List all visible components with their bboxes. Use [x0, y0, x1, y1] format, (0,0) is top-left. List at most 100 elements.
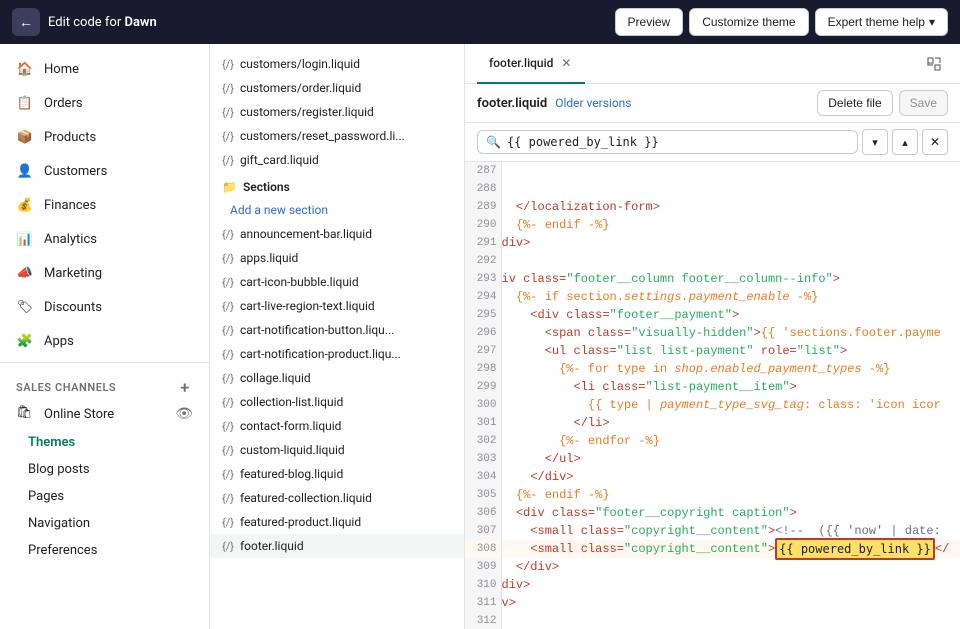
sidebar-item-analytics[interactable]: 📊 Analytics [0, 222, 209, 256]
search-up-button[interactable]: ▴ [892, 129, 918, 155]
code-line-292: 292 [465, 252, 960, 270]
file-item-gift-card[interactable]: {/} gift_card.liquid [210, 148, 464, 172]
products-icon: 📦 [16, 128, 34, 146]
liquid-file-icon: {/} [222, 154, 234, 167]
liquid-file-icon: {/} [222, 58, 234, 71]
file-item-featured-collection[interactable]: {/} featured-collection.liquid [210, 486, 464, 510]
orders-icon: 📋 [16, 94, 34, 112]
add-section-link[interactable]: Add a new section [210, 198, 464, 222]
title-name: Dawn [124, 15, 156, 30]
sidebar-item-customers[interactable]: 👤 Customers [0, 154, 209, 188]
code-line-309: 309 </div> [465, 558, 960, 576]
preview-button[interactable]: Preview [615, 8, 684, 36]
sidebar-item-apps[interactable]: 🧩 Apps [0, 324, 209, 358]
file-item-customers-order[interactable]: {/} customers/order.liquid [210, 76, 464, 100]
file-item-cart-notification-btn[interactable]: {/} cart-notification-button.liqu... [210, 318, 464, 342]
file-item-customers-login[interactable]: {/} customers/login.liquid [210, 52, 464, 76]
sidebar-subitem-preferences[interactable]: Preferences [0, 537, 209, 564]
back-button[interactable]: ← [12, 8, 40, 36]
code-line-296: 296 <span class="visually-hidden">{{ 'se… [465, 324, 960, 342]
file-item-featured-blog[interactable]: {/} featured-blog.liquid [210, 462, 464, 486]
file-item-cart-notification-prod[interactable]: {/} cart-notification-product.liqu... [210, 342, 464, 366]
file-name: customers/register.liquid [240, 105, 374, 119]
code-line-301: 301 </li> [465, 414, 960, 432]
code-line-305: 305 {%- endif -%} [465, 486, 960, 504]
file-item-contact-form[interactable]: {/} contact-form.liquid [210, 414, 464, 438]
sidebar-item-online-store[interactable]: 🛍 Online Store 👁 [0, 399, 209, 429]
file-name: cart-notification-product.liqu... [240, 347, 401, 361]
sidebar-item-label: Finances [44, 198, 96, 213]
delete-file-button[interactable]: Delete file [817, 90, 892, 116]
file-item-customers-reset[interactable]: {/} customers/reset_password.li... [210, 124, 464, 148]
eye-icon[interactable]: 👁 [175, 406, 193, 422]
topbar-right: Preview Customize theme Expert theme hel… [615, 8, 948, 36]
code-line-299: 299 <li class="list-payment__item"> [465, 378, 960, 396]
code-line-289: 289 </localization-form> [465, 198, 960, 216]
sidebar-item-label: Analytics [44, 232, 97, 247]
customize-theme-button[interactable]: Customize theme [689, 8, 808, 36]
sales-channels-section: SALES CHANNELS + [0, 367, 209, 399]
sidebar-subitem-blog-posts[interactable]: Blog posts [0, 456, 209, 483]
sidebar-subitem-pages[interactable]: Pages [0, 483, 209, 510]
sidebar-item-orders[interactable]: 📋 Orders [0, 86, 209, 120]
sidebar-subitem-themes[interactable]: Themes [0, 429, 209, 456]
search-close-button[interactable]: ✕ [922, 129, 948, 155]
editor-toolbar: footer.liquid Older versions Delete file… [465, 84, 960, 123]
liquid-file-icon: {/} [222, 130, 234, 143]
older-versions-link[interactable]: Older versions [555, 96, 631, 110]
file-item-customers-register[interactable]: {/} customers/register.liquid [210, 100, 464, 124]
sidebar-item-label: Customers [44, 164, 107, 179]
sidebar-nav: 🏠 Home 📋 Orders 📦 Products 👤 Customers 💰… [0, 44, 209, 572]
sidebar-item-finances[interactable]: 💰 Finances [0, 188, 209, 222]
sidebar-item-products[interactable]: 📦 Products [0, 120, 209, 154]
sections-label: Sections [243, 180, 290, 194]
code-line-308: 308 <small class="copyright__content">{{… [465, 540, 960, 558]
code-line-312: 312 [465, 612, 960, 629]
code-line-295: 295 <div class="footer__payment"> [465, 306, 960, 324]
expand-editor-button[interactable] [920, 50, 948, 78]
expert-theme-help-button[interactable]: Expert theme help ▾ [815, 8, 948, 36]
sidebar-item-marketing[interactable]: 📣 Marketing [0, 256, 209, 290]
tab-footer-liquid[interactable]: footer.liquid ✕ [477, 44, 585, 84]
code-line-300: 300 {{ type | payment_type_svg_tag: clas… [465, 396, 960, 414]
file-item-collage[interactable]: {/} collage.liquid [210, 366, 464, 390]
search-input[interactable] [507, 135, 849, 149]
file-item-collection-list[interactable]: {/} collection-list.liquid [210, 390, 464, 414]
file-name: collage.liquid [240, 371, 311, 385]
add-section-label: Add a new section [230, 203, 328, 217]
code-line-291: 291 div> [465, 234, 960, 252]
code-editor: footer.liquid ✕ footer.liquid Older vers… [465, 44, 960, 629]
file-item-cart-icon-bubble[interactable]: {/} cart-icon-bubble.liquid [210, 270, 464, 294]
file-item-cart-live-region[interactable]: {/} cart-live-region-text.liquid [210, 294, 464, 318]
expert-label: Expert theme help [828, 15, 925, 29]
topbar: ← Edit code for Dawn Preview Customize t… [0, 0, 960, 44]
file-name: cart-live-region-text.liquid [240, 299, 375, 313]
save-button[interactable]: Save [899, 90, 948, 116]
close-tab-button[interactable]: ✕ [559, 56, 573, 70]
back-icon: ← [19, 14, 33, 30]
sidebar-item-home[interactable]: 🏠 Home [0, 52, 209, 86]
liquid-file-icon: {/} [222, 396, 234, 409]
file-item-announcement-bar[interactable]: {/} announcement-bar.liquid [210, 222, 464, 246]
online-store-left: 🛍 Online Store [16, 405, 114, 423]
file-item-apps[interactable]: {/} apps.liquid [210, 246, 464, 270]
liquid-file-icon: {/} [222, 516, 234, 529]
liquid-file-icon: {/} [222, 276, 234, 289]
liquid-file-icon: {/} [222, 106, 234, 119]
search-down-button[interactable]: ▾ [862, 129, 888, 155]
search-input-wrap: 🔍 [477, 130, 858, 154]
file-item-custom-liquid[interactable]: {/} custom-liquid.liquid [210, 438, 464, 462]
liquid-file-icon: {/} [222, 252, 234, 265]
code-line-298: 298 {%- for type in shop.enabled_payment… [465, 360, 960, 378]
search-bar: 🔍 ▾ ▴ ✕ [465, 123, 960, 162]
topbar-title: Edit code for Dawn [48, 15, 157, 30]
file-item-footer[interactable]: {/} footer.liquid [210, 534, 464, 558]
add-sales-channel-button[interactable]: + [177, 379, 193, 395]
file-item-featured-product[interactable]: {/} featured-product.liquid [210, 510, 464, 534]
sidebar-item-discounts[interactable]: 🏷 Discounts [0, 290, 209, 324]
liquid-file-icon: {/} [222, 540, 234, 553]
file-name: contact-form.liquid [240, 419, 341, 433]
code-line-311: 311 v> [465, 594, 960, 612]
finances-icon: 💰 [16, 196, 34, 214]
sidebar-subitem-navigation[interactable]: Navigation [0, 510, 209, 537]
